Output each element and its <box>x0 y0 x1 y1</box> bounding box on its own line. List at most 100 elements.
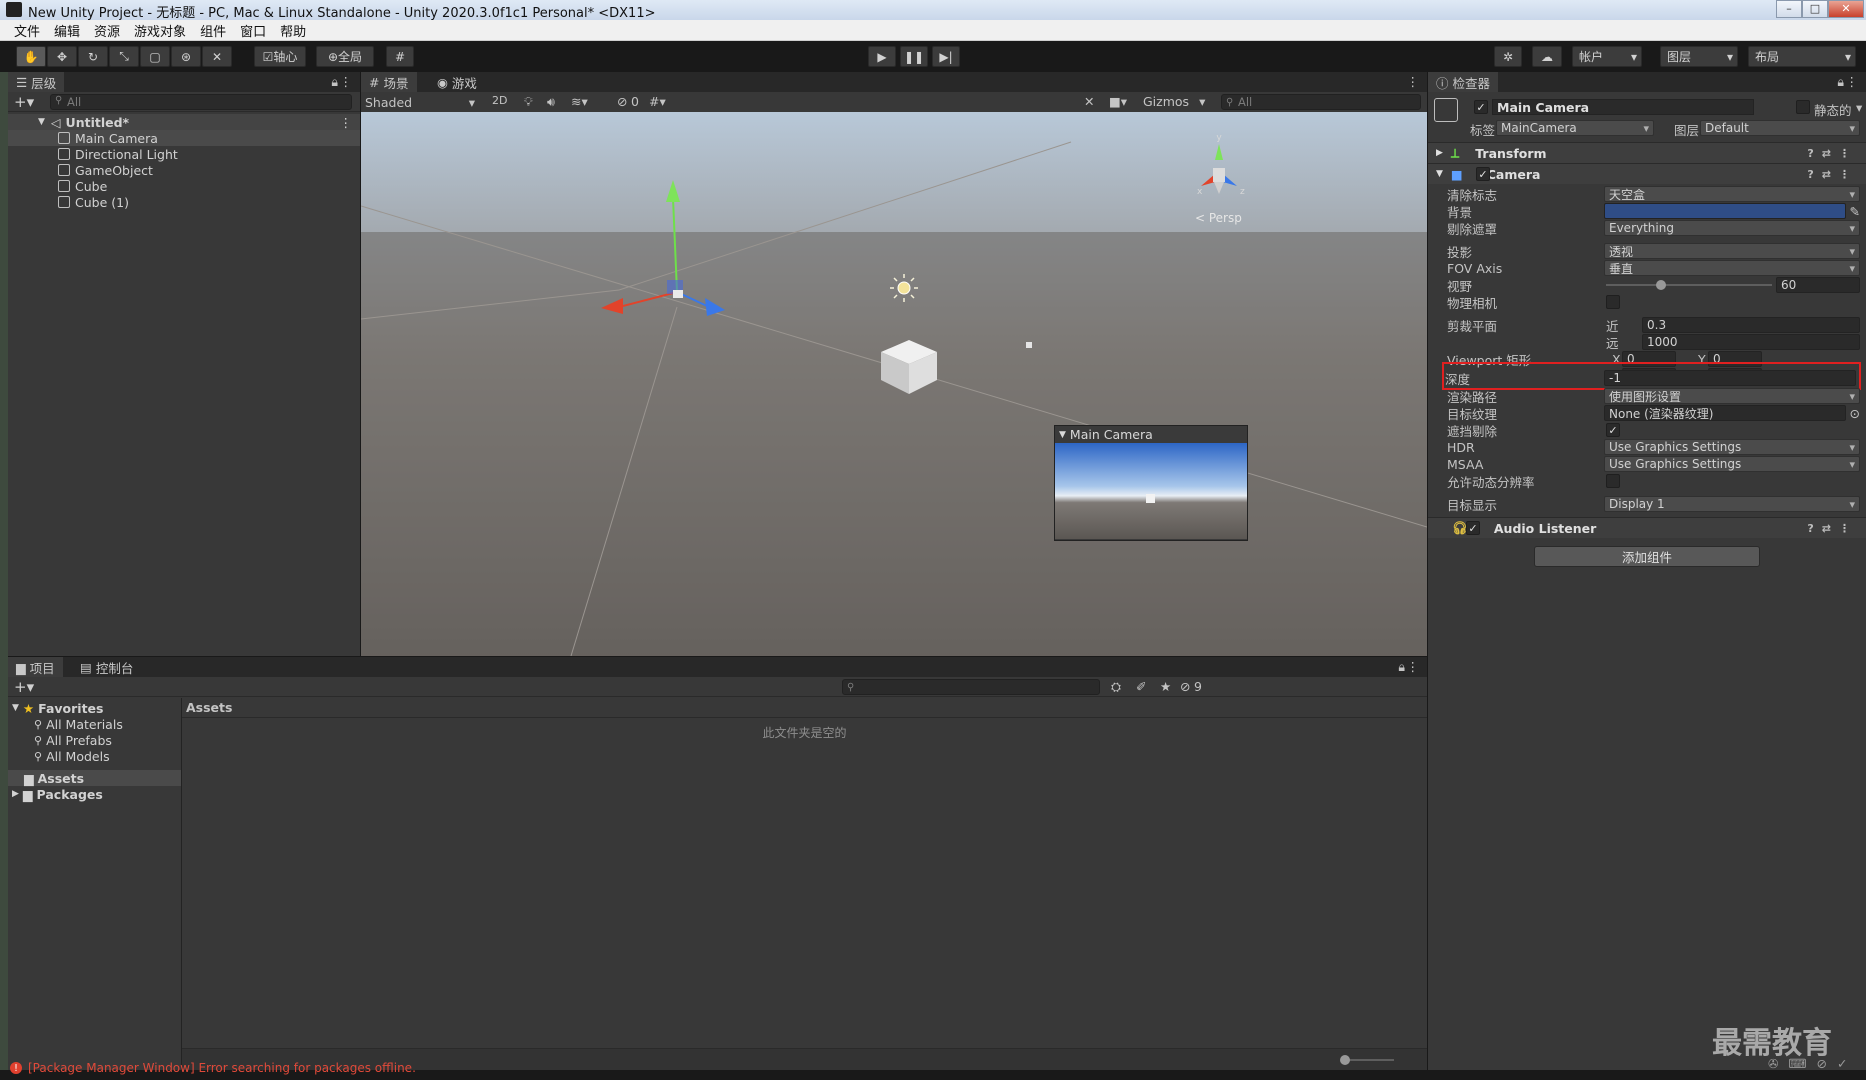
fov-slider-thumb[interactable] <box>1655 280 1666 290</box>
eyedropper-icon[interactable]: ✎ <box>1850 204 1860 219</box>
step-button[interactable]: ▶| <box>932 46 960 67</box>
audio-listener-component-header[interactable]: 🎧︎ ✓ Audio Listener ?⇄⋮ <box>1428 517 1866 538</box>
target-texture-field[interactable]: None (渲染器纹理) <box>1604 405 1846 421</box>
hidden-packages-icon[interactable]: ⊘ <box>1180 679 1190 694</box>
object-picker-icon[interactable]: ⊙ <box>1850 406 1860 421</box>
effects-toggle-icon[interactable]: ≋▾ <box>571 94 588 109</box>
menu-help[interactable]: 帮助 <box>280 21 306 40</box>
component-header-icons[interactable]: ?⇄⋮ <box>1807 147 1858 160</box>
hidden-objects-icon[interactable]: ⊘ <box>617 94 627 109</box>
occlusion-culling-checkbox[interactable]: ✓ <box>1606 423 1620 437</box>
shading-mode-dropdown[interactable]: Shaded ▾ <box>363 94 479 110</box>
rect-tool-icon[interactable]: ▢ <box>140 46 170 67</box>
fov-axis-dropdown[interactable]: 垂直 <box>1604 260 1860 276</box>
audio-listener-enabled-checkbox[interactable]: ✓ <box>1466 521 1480 535</box>
maximize-button[interactable]: □ <box>1802 0 1828 18</box>
gizmos-dropdown[interactable]: Gizmos ▾ <box>1143 94 1205 109</box>
grid-snap-icon[interactable]: # <box>386 46 414 67</box>
transform-tool-icon[interactable]: ⊛ <box>171 46 201 67</box>
favorite-all-models[interactable]: ⚲ All Models <box>34 748 110 764</box>
custom-tool-icon[interactable]: ✕ <box>202 46 232 67</box>
add-icon[interactable]: +▾ <box>14 93 34 111</box>
favorite-star-icon[interactable]: ★ <box>1160 679 1171 694</box>
tab-game[interactable]: ◉ 游戏 <box>429 72 485 92</box>
more-menu-icon[interactable]: ⋮ <box>1846 74 1859 89</box>
grid-visibility-icon[interactable]: #▾ <box>649 94 666 109</box>
more-menu-icon[interactable]: ⋮ <box>340 74 353 89</box>
target-display-dropdown[interactable]: Display 1 <box>1604 496 1860 512</box>
global-toggle[interactable]: ⊕ 全局 <box>316 46 374 67</box>
tree-item-packages[interactable]: ▶ ▆ Packages <box>12 786 103 802</box>
cube-1-object[interactable] <box>1026 342 1032 348</box>
menu-assets[interactable]: 资源 <box>94 21 120 40</box>
breadcrumb[interactable]: Assets <box>182 698 1427 718</box>
tab-project[interactable]: ▆ 项目 <box>8 657 63 677</box>
scene-root-row[interactable]: ▼ ◁ Untitled* ⋮ <box>8 114 360 130</box>
tab-scene[interactable]: # 场景 <box>361 72 417 92</box>
render-path-dropdown[interactable]: 使用图形设置 <box>1604 388 1860 404</box>
scene-search-input[interactable]: ⚲ All <box>1221 94 1421 110</box>
hierarchy-item-main-camera[interactable]: Main Camera <box>8 130 360 146</box>
account-dropdown[interactable]: 帐户 ▾ <box>1572 46 1642 67</box>
filter-type-icon[interactable]: ⛭ <box>1111 679 1121 695</box>
favorite-all-prefabs[interactable]: ⚲ All Prefabs <box>34 732 112 748</box>
component-header-icons[interactable]: ?⇄⋮ <box>1807 522 1858 535</box>
lighting-toggle-icon[interactable]: 💡︎ <box>524 94 533 110</box>
camera-component-header[interactable]: ▼ ■ ✓ Camera ?⇄⋮ <box>1428 163 1866 184</box>
menu-file[interactable]: 文件 <box>14 21 40 40</box>
background-color-swatch[interactable] <box>1604 203 1846 219</box>
move-tool-icon[interactable]: ✥ <box>47 46 77 67</box>
active-checkbox[interactable]: ✓ <box>1474 100 1488 114</box>
fov-input[interactable]: 60 <box>1776 277 1860 293</box>
component-header-icons[interactable]: ?⇄⋮ <box>1807 168 1858 181</box>
audio-toggle-icon[interactable]: 🔊︎ <box>547 94 555 110</box>
add-component-button[interactable]: 添加组件 <box>1534 546 1760 567</box>
favorite-all-materials[interactable]: ⚲ All Materials <box>34 716 123 732</box>
icon-size-slider-thumb[interactable] <box>1340 1055 1350 1065</box>
clear-flags-dropdown[interactable]: 天空盒 <box>1604 186 1860 202</box>
play-button[interactable]: ▶ <box>868 46 896 67</box>
scene-menu-icon[interactable]: ⋮ <box>340 115 353 130</box>
collab-icon[interactable]: ✲ <box>1494 46 1522 67</box>
layer-dropdown[interactable]: Default <box>1700 120 1860 136</box>
camera-settings-icon[interactable]: ■▾ <box>1109 94 1127 109</box>
lock-icon[interactable]: 🔒︎ <box>331 74 338 90</box>
depth-input[interactable]: -1 <box>1604 370 1856 386</box>
rotate-tool-icon[interactable]: ↻ <box>78 46 108 67</box>
physical-camera-checkbox[interactable] <box>1606 295 1620 309</box>
transform-component-header[interactable]: ▶ ⟂ Transform ?⇄⋮ <box>1428 142 1866 163</box>
lock-icon[interactable]: 🔒︎ <box>1837 74 1844 90</box>
menu-edit[interactable]: 编辑 <box>54 21 80 40</box>
icon-size-slider-track[interactable] <box>1340 1055 1394 1065</box>
hierarchy-search-input[interactable]: ⚲ All <box>50 94 352 110</box>
hand-tool-icon[interactable]: ✋ <box>16 46 46 67</box>
more-menu-icon[interactable]: ⋮ <box>1407 659 1420 674</box>
hierarchy-item-cube-1[interactable]: Cube (1) <box>8 194 360 210</box>
scale-tool-icon[interactable]: ⤡ <box>109 46 139 67</box>
scene-viewport[interactable]: y x z < Persp ▼ Main Camera <box>361 112 1427 656</box>
hierarchy-item-gameobject[interactable]: GameObject <box>8 162 360 178</box>
favorites-row[interactable]: ▼ ★ Favorites <box>12 700 103 716</box>
layout-dropdown[interactable]: 布局 ▾ <box>1748 46 1856 67</box>
menu-component[interactable]: 组件 <box>200 21 226 40</box>
near-input[interactable]: 0.3 <box>1642 317 1860 333</box>
add-icon[interactable]: +▾ <box>14 678 34 696</box>
filter-label-icon[interactable]: ✐ <box>1136 679 1146 694</box>
menu-gameobject[interactable]: 游戏对象 <box>134 21 186 40</box>
tools-icon[interactable]: ✕ <box>1084 94 1094 109</box>
tab-console[interactable]: ▤ 控制台 <box>72 657 141 677</box>
static-checkbox[interactable] <box>1796 100 1810 114</box>
scene-canvas[interactable]: y x z < Persp <box>361 112 1427 656</box>
camera-enabled-checkbox[interactable]: ✓ <box>1476 167 1490 181</box>
lock-icon[interactable]: 🔒︎ <box>1398 659 1405 675</box>
status-icons[interactable]: ✇⌨⊘✓ <box>1768 1056 1857 1071</box>
layers-dropdown[interactable]: 图层 ▾ <box>1660 46 1738 67</box>
far-input[interactable]: 1000 <box>1642 334 1860 350</box>
cloud-icon[interactable]: ☁ <box>1532 46 1562 67</box>
projection-dropdown[interactable]: 透视 <box>1604 243 1860 259</box>
dynamic-resolution-checkbox[interactable] <box>1606 474 1620 488</box>
2d-toggle[interactable]: 2D <box>492 94 507 107</box>
project-search-input[interactable]: ⚲ <box>842 679 1100 695</box>
chevron-down-icon[interactable]: ▾ <box>1856 100 1862 115</box>
object-name-field[interactable]: Main Camera <box>1492 99 1754 115</box>
